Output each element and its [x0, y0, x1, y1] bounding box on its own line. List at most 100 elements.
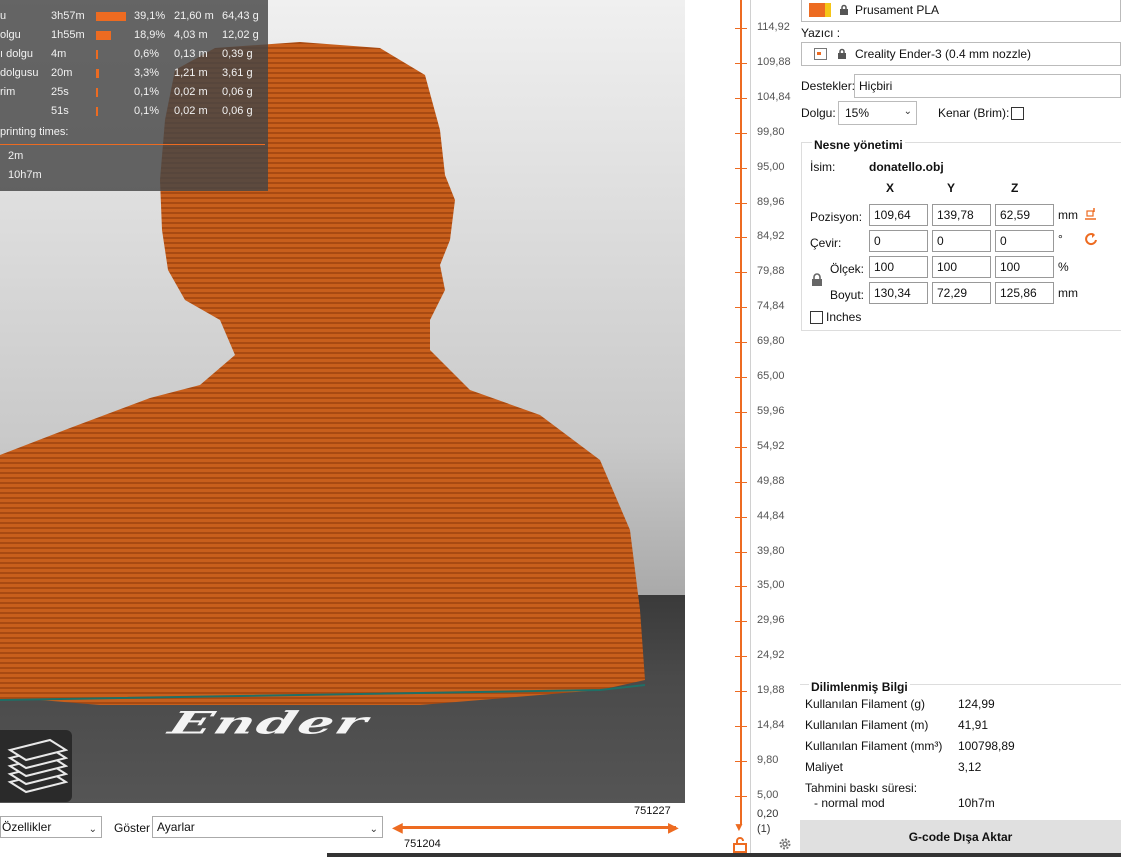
layer-height-label: 39,80	[757, 544, 785, 557]
reset-rotation-icon[interactable]	[1084, 232, 1099, 247]
layer-slider-thumb[interactable]: ▼	[733, 820, 745, 834]
sliced-info-value: 100798,89	[958, 739, 1015, 753]
feature-bar	[96, 31, 111, 40]
layer-height-label: 9,80	[757, 753, 779, 766]
feature-weight: 0,06 g	[222, 86, 253, 98]
feature-bar	[96, 107, 98, 116]
layer-tick	[735, 726, 747, 727]
layer-height-label: 84,92	[757, 230, 785, 243]
feature-name: rim	[0, 86, 16, 98]
filament-value: Prusament PLA	[855, 3, 940, 17]
printer-label: Yazıcı :	[801, 26, 841, 40]
layer-tick	[735, 551, 747, 553]
rotate-z-input[interactable]: 0	[995, 230, 1054, 252]
position-z-input[interactable]: 62,59	[995, 204, 1054, 226]
position-y-input[interactable]: 139,78	[932, 204, 991, 226]
sliced-info-value: 124,99	[958, 697, 995, 711]
axis-z-label: Z	[1011, 181, 1019, 195]
feature-bar	[96, 69, 99, 78]
filament-color-primary	[809, 3, 825, 17]
sliced-info-key: Kullanılan Filament (mm³)	[805, 739, 943, 753]
size-z-input[interactable]: 125,86	[995, 282, 1054, 304]
sliced-info-group: Dilimlenmiş Bilgi Kullanılan Filament (g…	[800, 680, 1121, 813]
layer-height-label: 14,84	[757, 719, 785, 731]
export-gcode-button[interactable]: G-code Dışa Aktar	[800, 820, 1121, 854]
layer-height-label: 95,00	[757, 160, 785, 173]
inches-checkbox[interactable]	[810, 311, 823, 324]
layer-height-label: 29,96	[757, 614, 785, 627]
feature-time: 1h55m	[51, 29, 85, 41]
stats-row: dolgusu 20m 3,3% 1,21 m 3,61 g	[0, 64, 268, 82]
size-x-input[interactable]: 130,34	[869, 282, 928, 304]
layer-tick	[735, 516, 747, 518]
chevron-down-icon: ⌄	[369, 824, 378, 835]
drop-to-bed-icon[interactable]	[1084, 207, 1097, 220]
stats-row: u 3h57m 39,1% 21,60 m 64,43 g	[0, 7, 268, 25]
lock-icon	[840, 4, 848, 15]
feature-type-select[interactable]: Özellikler ⌄	[0, 816, 102, 838]
scale-z-input[interactable]: 100	[995, 256, 1054, 278]
scale-y-input[interactable]: 100	[932, 256, 991, 278]
infill-label: Dolgu:	[801, 106, 836, 120]
show-select[interactable]: Ayarlar ⌄	[152, 816, 383, 838]
supports-select[interactable]: Hiçbiri	[854, 74, 1121, 98]
rotate-y-input[interactable]: 0	[932, 230, 991, 252]
infill-select[interactable]: 15% ⌄	[838, 101, 917, 125]
layer-tick	[735, 691, 747, 693]
layer-tick	[735, 411, 747, 413]
layer-height-label: 114,92	[757, 21, 790, 33]
move-slider-right-thumb[interactable]: ▶	[668, 819, 679, 836]
position-label: Pozisyon:	[810, 210, 863, 224]
position-unit: mm	[1058, 208, 1078, 222]
size-y-input[interactable]: 72,29	[932, 282, 991, 304]
filament-color-swatch	[809, 3, 831, 17]
feature-time: 51s	[51, 105, 69, 117]
move-slider-lower-value: 751204	[404, 838, 441, 850]
move-slider-left-thumb[interactable]: ◀	[392, 819, 403, 836]
feature-percent: 0,1%	[134, 86, 160, 98]
layer-height-label: 74,84	[757, 300, 785, 313]
move-slider-track[interactable]	[398, 826, 676, 829]
layer-height-label: 104,84	[757, 90, 791, 103]
feature-percent: 3,3%	[134, 67, 160, 79]
object-manager-title: Nesne yönetimi	[812, 138, 905, 152]
feature-length: 0,02 m	[174, 86, 208, 98]
chevron-down-icon: ⌄	[903, 106, 912, 117]
stats-row: 51s 0,1% 0,02 m 0,06 g	[0, 102, 268, 120]
layer-tick	[735, 446, 747, 448]
position-x-input[interactable]: 109,64	[869, 204, 928, 226]
layer-tick	[735, 62, 747, 64]
brim-checkbox[interactable]	[1011, 107, 1024, 120]
layer-height-label: 79,88	[757, 265, 785, 278]
show-label: Göster	[114, 821, 151, 835]
estimated-time-label: Tahmini baskı süresi:	[805, 781, 918, 795]
supports-value: Hiçbiri	[859, 79, 893, 93]
rotate-label: Çevir:	[810, 236, 842, 250]
size-unit: mm	[1058, 286, 1078, 300]
object-manager-group: Nesne yönetimi İsim: donatello.obj X Y Z…	[801, 138, 1121, 331]
layer-tick	[735, 202, 747, 204]
feature-percent: 0,1%	[134, 105, 160, 117]
feature-name: dolgusu	[0, 67, 39, 79]
sliced-info-title: Dilimlenmiş Bilgi	[809, 680, 910, 694]
scale-label: Ölçek:	[830, 262, 865, 276]
printing-time-value: 10h7m	[8, 169, 42, 181]
feature-weight: 64,43 g	[222, 10, 259, 22]
scale-x-input[interactable]: 100	[869, 256, 928, 278]
feature-length: 21,60 m	[174, 10, 214, 22]
layer-height-label: 44,84	[757, 509, 785, 522]
feature-time: 20m	[51, 67, 73, 79]
layers-view-button[interactable]	[0, 730, 72, 802]
printing-time-value: 2m	[8, 150, 24, 162]
layer-tick	[735, 586, 747, 588]
layer-height-label: 89,96	[757, 195, 785, 208]
printer-value: Creality Ender-3 (0.4 mm nozzle)	[855, 47, 1032, 61]
rotate-x-input[interactable]: 0	[869, 230, 928, 252]
layer-tick	[735, 307, 747, 309]
lock-icon[interactable]	[811, 273, 823, 287]
filament-select[interactable]: Prusament PLA	[801, 0, 1121, 22]
feature-name: olgu	[0, 29, 21, 41]
printer-select[interactable]: Creality Ender-3 (0.4 mm nozzle)	[801, 42, 1121, 66]
gear-icon[interactable]	[778, 837, 792, 854]
size-label: Boyut:	[830, 288, 865, 302]
